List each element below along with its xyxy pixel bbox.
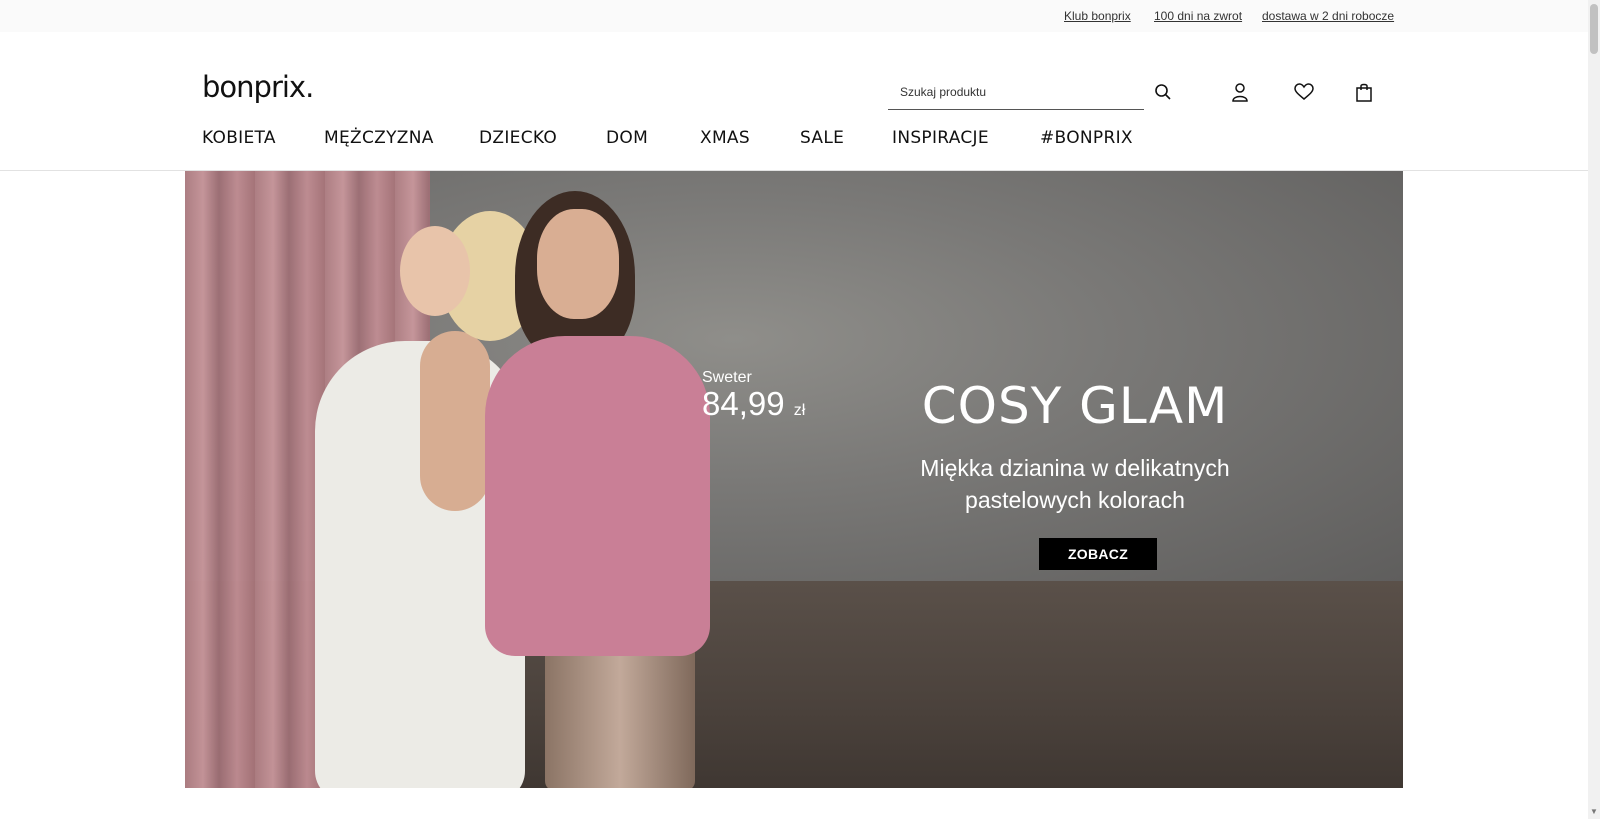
scrollbar-thumb[interactable] (1590, 4, 1598, 54)
nav-item-sale[interactable]: SALE (800, 128, 844, 148)
model-back (420, 331, 490, 511)
price-value: 84,99 (702, 385, 785, 422)
nav-item-dziecko[interactable]: DZIECKO (479, 128, 557, 148)
scroll-down-arrow-icon[interactable]: ▼ (1590, 807, 1598, 816)
hero-headline: COSY GLAM (921, 377, 1229, 435)
model-pink-sweater (485, 336, 710, 656)
top-utility-bar: Klub bonprix 100 dni na zwrot dostawa w … (0, 0, 1588, 32)
nav-item-inspiracje[interactable]: INSPIRACJE (892, 128, 989, 148)
nav-item-xmas[interactable]: XMAS (700, 128, 750, 148)
model-face-right (537, 209, 619, 319)
search-box (888, 74, 1144, 110)
site-header: bonprix. KOBIETA MĘŻCZYZNA DZIECKO DOM X… (0, 32, 1588, 171)
model-face-left (400, 226, 470, 316)
page-scrollbar[interactable]: ▼ (1588, 0, 1600, 819)
bag-icon[interactable] (1352, 80, 1376, 104)
link-delivery[interactable]: dostawa w 2 dni robocze (1262, 9, 1394, 23)
nav-item-dom[interactable]: DOM (606, 128, 648, 148)
hero-subline: Miękka dzianina w delikatnych pastelowyc… (920, 455, 1230, 513)
link-returns[interactable]: 100 dni na zwrot (1154, 9, 1242, 23)
user-icon[interactable] (1228, 80, 1252, 104)
zobacz-button[interactable]: ZOBACZ (1039, 538, 1157, 570)
logo[interactable]: bonprix. (202, 70, 314, 104)
heart-icon[interactable] (1292, 80, 1316, 104)
nav-item-bonprix[interactable]: #BONPRIX (1040, 128, 1133, 148)
search-icon[interactable] (1151, 80, 1175, 104)
nav-item-mezczyzna[interactable]: MĘŻCZYZNA (324, 128, 434, 148)
search-input[interactable] (888, 74, 1144, 109)
model-satin-pants (545, 641, 695, 788)
product-price: 84,99 zł (702, 385, 805, 423)
nav-item-kobieta[interactable]: KOBIETA (202, 128, 276, 148)
hero-banner[interactable]: Sweter 84,99 zł COSY GLAM Miękka dzianin… (185, 171, 1403, 788)
link-klub-bonprix[interactable]: Klub bonprix (1064, 9, 1131, 23)
price-currency: zł (793, 402, 806, 419)
